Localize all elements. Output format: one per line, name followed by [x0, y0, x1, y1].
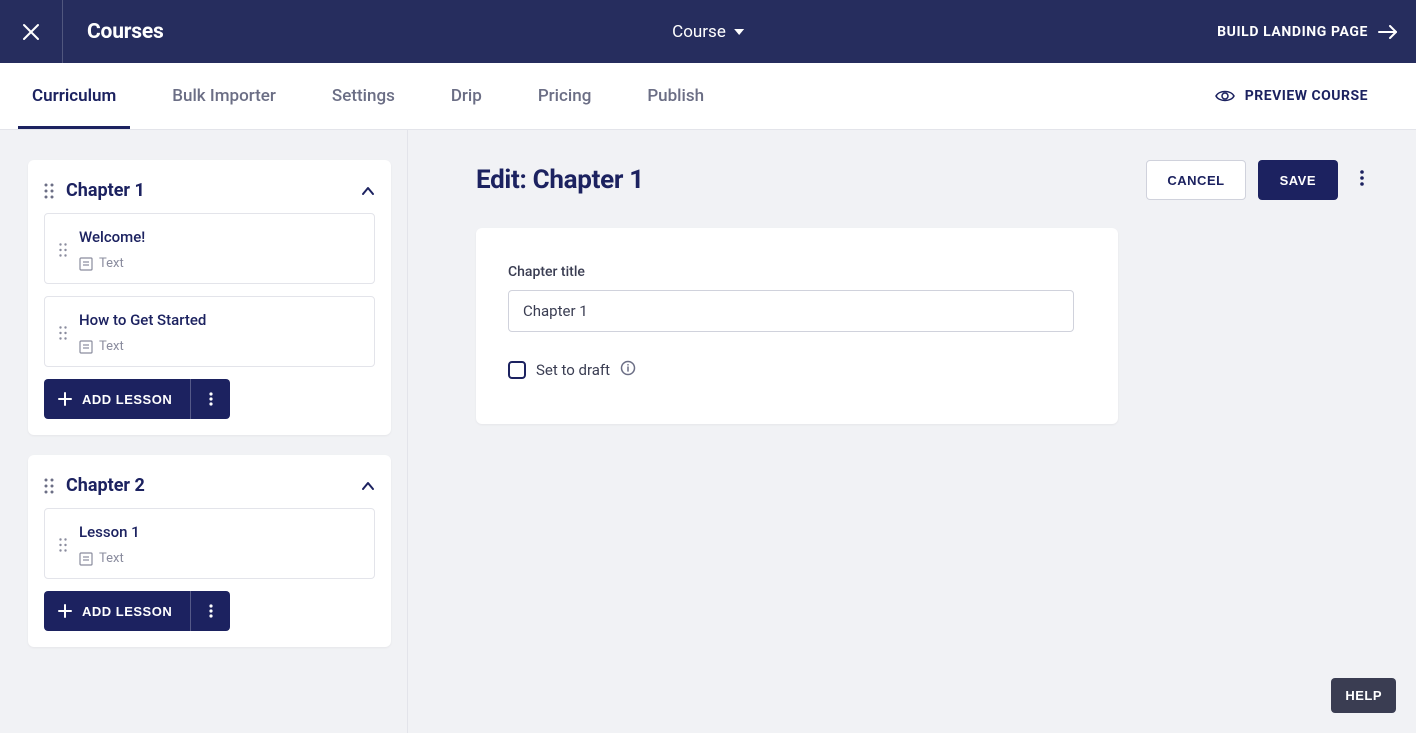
- chapter-title-label: Chapter title: [508, 264, 1074, 280]
- draft-checkbox-label: Set to draft: [536, 361, 610, 379]
- help-button[interactable]: HELP: [1331, 678, 1396, 713]
- lesson-title: Lesson 1: [79, 523, 360, 541]
- close-icon: [22, 23, 40, 41]
- add-lesson-menu-button[interactable]: [190, 379, 230, 419]
- draft-checkbox[interactable]: [508, 361, 526, 379]
- add-lesson-button[interactable]: ADD LESSON: [44, 591, 190, 631]
- add-lesson-menu-button[interactable]: [190, 591, 230, 631]
- chapter-title: Chapter 1: [66, 180, 349, 201]
- form-card: Chapter title Set to draft: [476, 228, 1118, 424]
- text-icon: [79, 340, 93, 354]
- drag-handle-icon[interactable]: [59, 326, 67, 340]
- plus-icon: [58, 392, 72, 406]
- kebab-icon: [1360, 170, 1364, 186]
- more-actions-button[interactable]: [1356, 166, 1368, 194]
- lesson-body: How to Get Started Text: [79, 311, 360, 354]
- tab-drip[interactable]: Drip: [447, 63, 486, 129]
- add-lesson-button[interactable]: ADD LESSON: [44, 379, 190, 419]
- tabs: Curriculum Bulk Importer Settings Drip P…: [28, 63, 708, 129]
- plus-icon: [58, 604, 72, 618]
- chapter-title-input[interactable]: [508, 290, 1074, 332]
- page-title: Courses: [87, 20, 164, 44]
- drag-handle-icon[interactable]: [44, 478, 54, 494]
- edit-heading: Edit: Chapter 1: [476, 165, 1146, 195]
- close-button[interactable]: [0, 0, 63, 63]
- chevron-up-icon: [361, 186, 375, 196]
- lesson-type-label: Text: [99, 339, 124, 354]
- tab-bulk-importer[interactable]: Bulk Importer: [168, 63, 280, 129]
- collapse-button[interactable]: [361, 476, 375, 495]
- tab-label: Settings: [332, 86, 395, 106]
- tab-curriculum[interactable]: Curriculum: [28, 63, 120, 129]
- drag-handle-icon[interactable]: [59, 538, 67, 552]
- arrow-right-icon: [1378, 25, 1398, 39]
- lesson-body: Welcome! Text: [79, 228, 360, 271]
- content: Edit: Chapter 1 CANCEL SAVE Chapter titl…: [408, 130, 1416, 733]
- lesson-type: Text: [79, 256, 360, 271]
- tab-pricing[interactable]: Pricing: [534, 63, 596, 129]
- edit-header: Edit: Chapter 1 CANCEL SAVE: [476, 160, 1368, 200]
- add-lesson-label: ADD LESSON: [82, 604, 172, 619]
- chapter-title: Chapter 2: [66, 475, 349, 496]
- lesson-title: Welcome!: [79, 228, 360, 246]
- caret-down-icon: [734, 29, 744, 35]
- lesson-type-label: Text: [99, 256, 124, 271]
- build-landing-page-label: BUILD LANDING PAGE: [1217, 24, 1368, 40]
- lesson-type: Text: [79, 551, 360, 566]
- eye-icon: [1215, 89, 1235, 103]
- lesson-card[interactable]: Lesson 1 Text: [44, 508, 375, 579]
- tab-label: Drip: [451, 86, 482, 106]
- add-lesson-label: ADD LESSON: [82, 392, 172, 407]
- tabs-row: Curriculum Bulk Importer Settings Drip P…: [0, 63, 1416, 130]
- top-header: Courses Course BUILD LANDING PAGE: [0, 0, 1416, 63]
- chapter-card: Chapter 2 Lesson 1 Text: [28, 455, 391, 647]
- lesson-type: Text: [79, 339, 360, 354]
- preview-course-button[interactable]: PREVIEW COURSE: [1215, 88, 1400, 104]
- text-icon: [79, 257, 93, 271]
- kebab-icon: [209, 392, 213, 406]
- chapter-card: Chapter 1 Welcome! Text: [28, 160, 391, 435]
- preview-course-label: PREVIEW COURSE: [1245, 88, 1368, 104]
- build-landing-page-button[interactable]: BUILD LANDING PAGE: [1217, 24, 1416, 40]
- course-dropdown[interactable]: Course: [672, 22, 744, 42]
- drag-handle-icon[interactable]: [44, 183, 54, 199]
- tab-publish[interactable]: Publish: [643, 63, 708, 129]
- add-lesson-row: ADD LESSON: [44, 379, 375, 419]
- lesson-body: Lesson 1 Text: [79, 523, 360, 566]
- text-icon: [79, 552, 93, 566]
- save-button[interactable]: SAVE: [1258, 160, 1338, 200]
- add-lesson-row: ADD LESSON: [44, 591, 375, 631]
- sidebar: Chapter 1 Welcome! Text: [0, 130, 408, 733]
- chapter-header[interactable]: Chapter 1: [44, 176, 375, 213]
- course-dropdown-label: Course: [672, 22, 726, 42]
- tab-settings[interactable]: Settings: [328, 63, 399, 129]
- main: Chapter 1 Welcome! Text: [0, 130, 1416, 733]
- tab-label: Bulk Importer: [172, 86, 276, 106]
- chapter-header[interactable]: Chapter 2: [44, 471, 375, 508]
- lesson-title: How to Get Started: [79, 311, 360, 329]
- info-icon[interactable]: [620, 360, 636, 380]
- tab-label: Pricing: [538, 86, 592, 106]
- tab-label: Publish: [647, 86, 704, 106]
- drag-handle-icon[interactable]: [59, 243, 67, 257]
- collapse-button[interactable]: [361, 181, 375, 200]
- lesson-type-label: Text: [99, 551, 124, 566]
- lesson-card[interactable]: Welcome! Text: [44, 213, 375, 284]
- kebab-icon: [209, 604, 213, 618]
- draft-checkbox-row: Set to draft: [508, 360, 1074, 380]
- lesson-card[interactable]: How to Get Started Text: [44, 296, 375, 367]
- tab-label: Curriculum: [32, 86, 116, 106]
- chevron-up-icon: [361, 481, 375, 491]
- cancel-button[interactable]: CANCEL: [1146, 160, 1245, 200]
